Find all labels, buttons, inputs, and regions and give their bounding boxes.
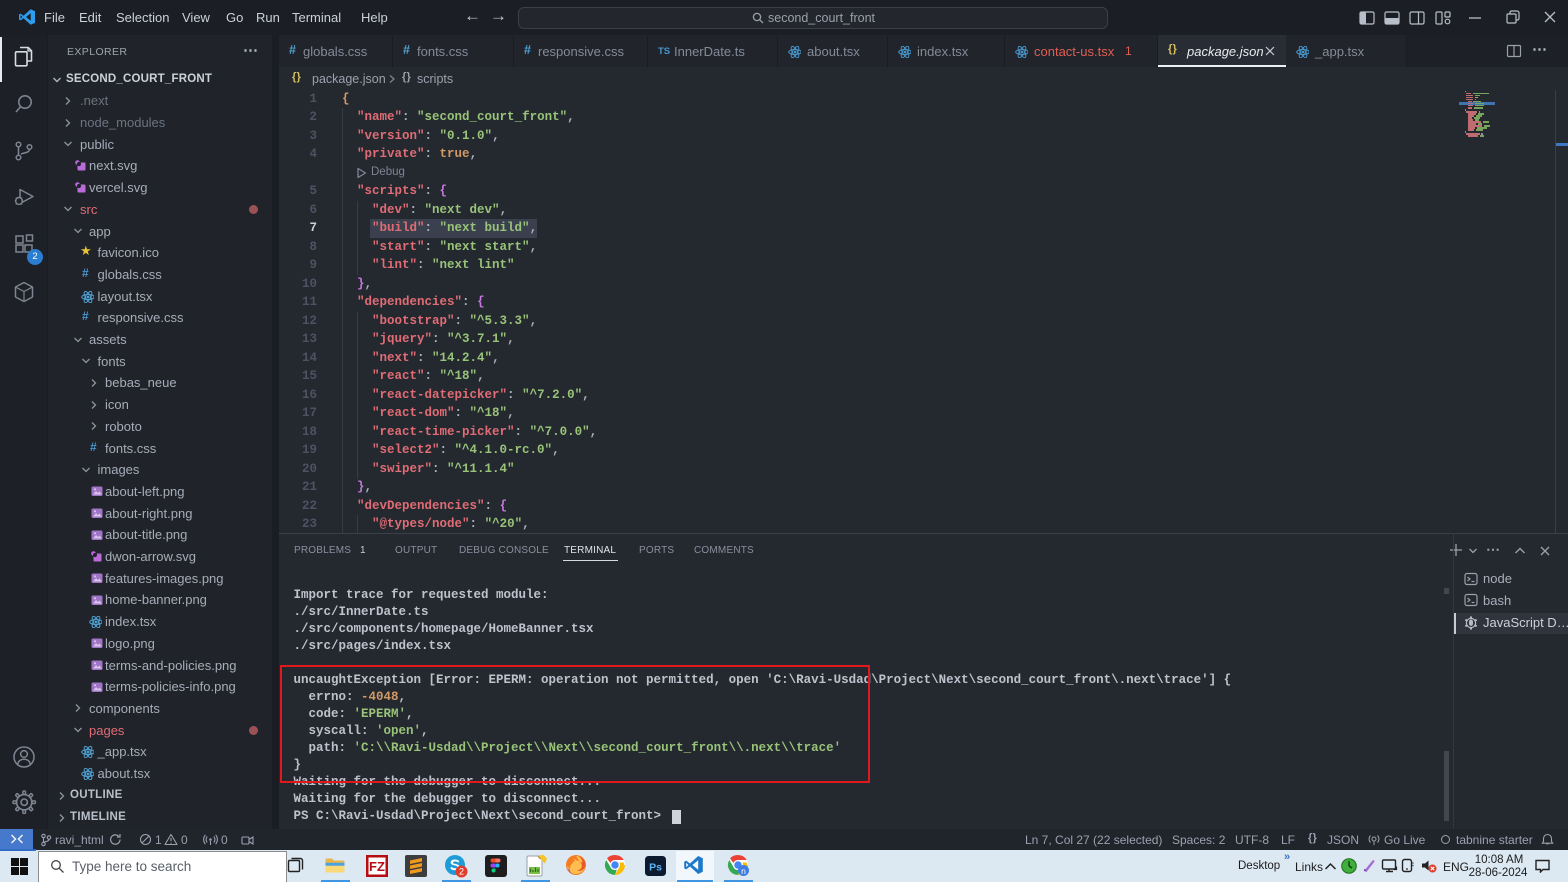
svg-text:Ps: Ps bbox=[649, 862, 662, 874]
svg-text:FZ: FZ bbox=[369, 859, 385, 874]
svg-text:2: 2 bbox=[459, 867, 464, 877]
svg-text:n: n bbox=[741, 866, 746, 876]
